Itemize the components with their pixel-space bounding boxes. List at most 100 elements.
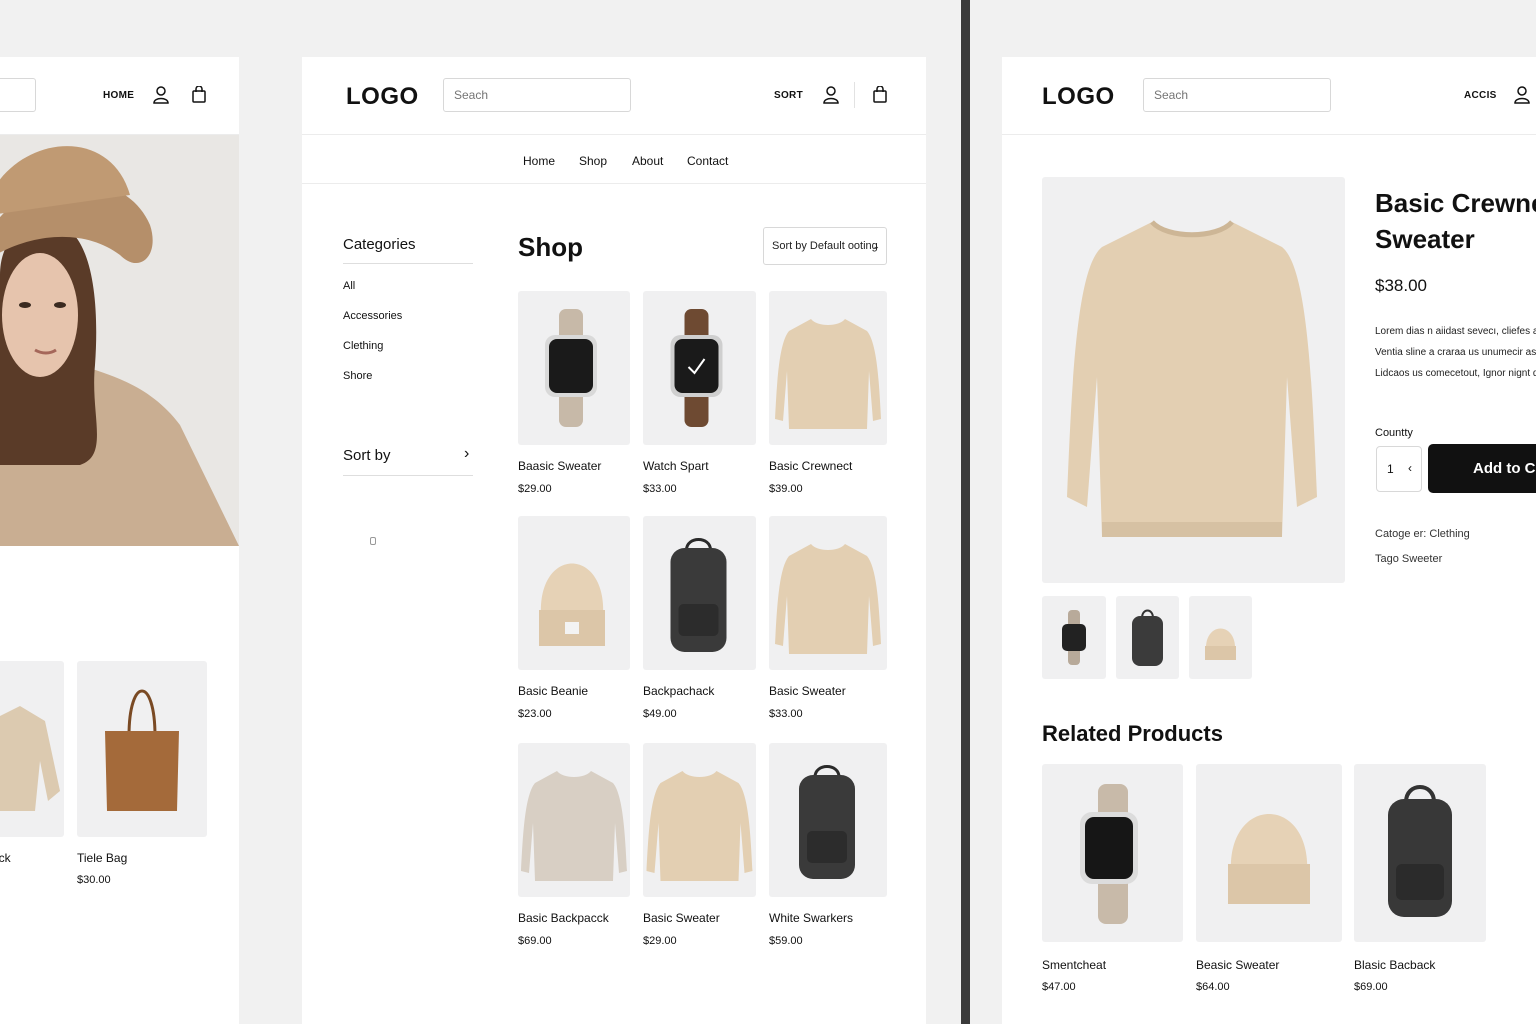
hero-image	[0, 135, 239, 546]
product-price: $47.00	[1042, 981, 1076, 993]
category-shoes[interactable]: Shore	[343, 370, 372, 382]
logo[interactable]: LOGO	[346, 83, 419, 111]
product-price: $29.00	[643, 935, 677, 947]
sort-link[interactable]: SORT	[774, 90, 803, 101]
search-input[interactable]	[1143, 78, 1331, 112]
gallery-thumb-beanie[interactable]	[1189, 596, 1252, 679]
product-description-line: Lorem dias n aiidast sevecı, cliefes ara	[1375, 326, 1536, 337]
product-price: $59.00	[769, 935, 803, 947]
search-input[interactable]	[0, 78, 36, 112]
product-name[interactable]: Basic Sweater	[769, 684, 846, 698]
nav-home-link[interactable]: HOME	[103, 90, 134, 101]
nav-home[interactable]: Home	[523, 154, 555, 168]
product-thumb[interactable]	[769, 516, 887, 670]
product-price: $29.00	[518, 483, 552, 495]
cart-icon[interactable]	[873, 86, 887, 103]
nav-about[interactable]: About	[632, 154, 663, 168]
category-accessories[interactable]: Accessories	[343, 310, 402, 322]
product-detail-panel: LOGO ACCIS Basic Crewneck Sweater $38.00…	[1002, 57, 1536, 1024]
mid-header: LOGO SORT	[302, 57, 926, 135]
categories-title: Categories	[343, 236, 416, 253]
product-price: $38.00	[1375, 276, 1427, 295]
product-name[interactable]: Blasic Bacback	[1354, 958, 1435, 972]
related-thumb-backpack[interactable]	[1354, 764, 1486, 942]
product-name[interactable]: Backpachack	[643, 684, 714, 698]
product-thumb[interactable]	[769, 291, 887, 445]
product-price: $23.00	[518, 708, 552, 720]
product-name[interactable]: Watch Spart	[643, 459, 709, 473]
right-header: LOGO ACCIS	[1002, 57, 1536, 135]
product-name[interactable]: Basic Sweater	[643, 911, 720, 925]
product-price: $69.00	[518, 935, 552, 947]
related-thumb-beanie[interactable]	[1196, 764, 1342, 942]
tag-meta: Tago Sweeter	[1375, 553, 1443, 565]
left-page-panel: HOME ack Tiele Bag $30.00	[0, 57, 239, 1024]
product-name[interactable]: Basic Crewnect	[769, 459, 852, 473]
quantity-label: Countty	[1375, 427, 1413, 439]
left-header: HOME	[0, 57, 239, 135]
sort-select[interactable]: Sort by Default ooting ⌄	[763, 227, 887, 265]
product-description-line: Ventia sline a craraa us unumecir as, a	[1375, 347, 1536, 358]
categories-rule	[343, 263, 473, 264]
product-price: $64.00	[1196, 981, 1230, 993]
product-description-line: Lidcaos us comecetout, Ignor nignt doc	[1375, 368, 1536, 379]
logo[interactable]: LOGO	[1042, 83, 1115, 111]
category-meta: Catoge er: Clething	[1375, 528, 1470, 540]
product-price: $69.00	[1354, 981, 1388, 993]
sortby-title[interactable]: Sort by	[343, 447, 391, 464]
product-price: $33.00	[769, 708, 803, 720]
quantity-stepper[interactable]: 1 ‹	[1376, 446, 1422, 492]
shop-page-panel: LOGO SORT Home Shop About Contact Catego…	[302, 57, 926, 1024]
product-thumb[interactable]	[518, 516, 630, 670]
product-thumb[interactable]	[643, 516, 756, 670]
quantity-value: 1	[1387, 462, 1394, 476]
product-thumb[interactable]	[643, 291, 756, 445]
product-name[interactable]: White Swarkers	[769, 911, 853, 925]
chevron-left-icon[interactable]: ‹	[1408, 461, 1412, 475]
nav-shop[interactable]: Shop	[579, 154, 607, 168]
product-name[interactable]: Beasic Sweater	[1196, 958, 1279, 972]
user-icon[interactable]	[153, 86, 169, 104]
account-link[interactable]: ACCIS	[1464, 90, 1497, 101]
related-products-title: Related Products	[1042, 721, 1223, 746]
main-product-image[interactable]	[1042, 177, 1345, 583]
cart-icon[interactable]	[192, 86, 206, 103]
sort-select-value: Sort by Default ooting	[772, 240, 878, 252]
product-price: $49.00	[643, 708, 677, 720]
chevron-down-icon: ⌄	[872, 241, 880, 251]
product-name[interactable]: Basic Beanie	[518, 684, 588, 698]
category-all[interactable]: All	[343, 280, 355, 292]
add-to-cart-button[interactable]: Add to Car	[1428, 444, 1536, 493]
product-thumb-bag[interactable]	[77, 661, 207, 837]
product-title-line2: Sweater	[1375, 224, 1475, 254]
product-thumb[interactable]	[643, 743, 756, 897]
product-name[interactable]: Tiele Bag	[77, 851, 127, 865]
product-name[interactable]: Basic Backpacck	[518, 911, 609, 925]
page-title: Shop	[518, 232, 583, 262]
user-icon[interactable]	[1514, 86, 1530, 104]
sortby-rule	[343, 475, 473, 476]
product-title-line1: Basic Crewneck	[1375, 188, 1536, 218]
nav-divider	[302, 183, 926, 184]
screen-divider	[961, 0, 970, 1024]
search-input[interactable]	[443, 78, 631, 112]
chevron-right-icon[interactable]: ›	[464, 445, 469, 463]
user-icon[interactable]	[823, 86, 839, 104]
header-divider	[854, 82, 855, 108]
product-price: $30.00	[77, 874, 111, 886]
product-name[interactable]: Baasic Sweater	[518, 459, 601, 473]
nav-contact[interactable]: Contact	[687, 154, 728, 168]
product-name[interactable]: ack	[0, 851, 11, 865]
product-price: $39.00	[769, 483, 803, 495]
product-thumb-sweater[interactable]	[0, 661, 64, 837]
product-thumb[interactable]	[518, 743, 630, 897]
gallery-thumb-backpack[interactable]	[1116, 596, 1179, 679]
related-thumb-watch[interactable]	[1042, 764, 1183, 942]
product-price: $33.00	[643, 483, 677, 495]
product-thumb[interactable]	[769, 743, 887, 897]
gallery-thumb-watch[interactable]	[1042, 596, 1106, 679]
product-name[interactable]: Smentcheat	[1042, 958, 1106, 972]
scroll-indicator	[370, 537, 376, 545]
product-thumb[interactable]	[518, 291, 630, 445]
category-clothing[interactable]: Clething	[343, 340, 383, 352]
